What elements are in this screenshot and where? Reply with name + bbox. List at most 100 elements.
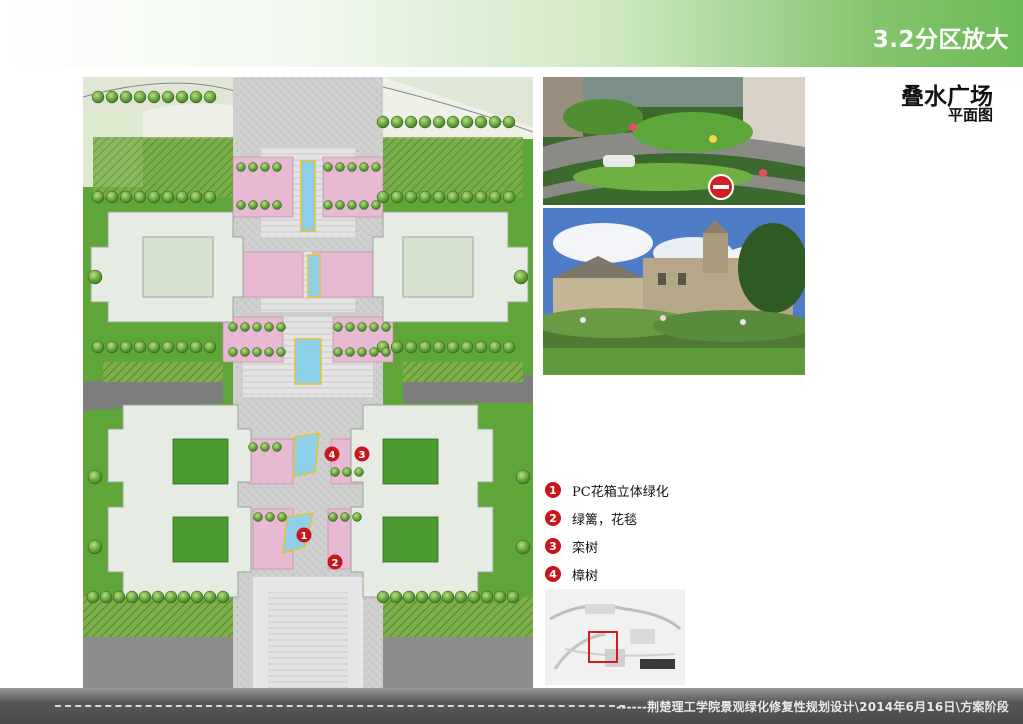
svg-text:4: 4 <box>329 450 336 461</box>
tree-canopy <box>390 190 404 204</box>
tree-canopy <box>133 340 147 354</box>
tree-canopy <box>147 340 161 354</box>
footer-text: ------荆楚理工学院景观绿化修复性规划设计\2014年6月16日\方案阶段 <box>616 700 1009 714</box>
tree-canopy <box>333 322 343 332</box>
tree-canopy <box>91 340 105 354</box>
tree-canopy <box>253 512 263 522</box>
tree-canopy <box>460 340 474 354</box>
tree-canopy <box>147 190 161 204</box>
tree-canopy <box>359 200 369 210</box>
tree-canopy <box>376 115 390 129</box>
tree-canopy <box>189 90 203 104</box>
tree-canopy <box>203 340 217 354</box>
tree-canopy <box>264 322 274 332</box>
tree-canopy <box>454 590 468 604</box>
tree-canopy <box>390 115 404 129</box>
tree-canopy <box>248 200 258 210</box>
tree-canopy <box>175 90 189 104</box>
tree-canopy <box>119 340 133 354</box>
tree-canopy <box>389 590 403 604</box>
svg-text:2: 2 <box>332 558 339 569</box>
tree-canopy <box>277 512 287 522</box>
tree-canopy <box>515 469 531 485</box>
tree-canopy <box>404 190 418 204</box>
tree-canopy <box>87 539 103 555</box>
tree-canopy <box>323 162 333 172</box>
tree-canopy <box>175 190 189 204</box>
tree-canopy <box>347 200 357 210</box>
tree-canopy <box>240 347 250 357</box>
tree-canopy <box>418 340 432 354</box>
tree-canopy <box>260 162 270 172</box>
tree-canopy <box>151 590 165 604</box>
tree-canopy <box>381 322 391 332</box>
tree-canopy <box>328 512 338 522</box>
plan-marker-3: 3 <box>354 446 370 462</box>
tree-canopy <box>252 322 262 332</box>
tree-canopy <box>272 162 282 172</box>
legend-label: PC花箱立体绿化 <box>572 484 669 500</box>
tree-canopy <box>418 115 432 129</box>
tree-canopy <box>99 590 113 604</box>
tree-canopy <box>175 340 189 354</box>
tree-canopy <box>203 90 217 104</box>
tree-canopy <box>330 467 340 477</box>
tree-canopy <box>147 90 161 104</box>
footer-divider <box>55 705 625 707</box>
legend-item-3: 3 栾树 <box>545 532 669 560</box>
tree-canopy <box>357 322 367 332</box>
tree-canopy <box>446 340 460 354</box>
tree-canopy <box>446 190 460 204</box>
tree-canopy <box>352 512 362 522</box>
reference-photo-college-garden <box>543 208 805 375</box>
tree-canopy <box>161 90 175 104</box>
reference-photo-terraced-garden <box>543 77 805 205</box>
tree-canopy <box>371 162 381 172</box>
tree-canopy <box>248 442 258 452</box>
tree-canopy <box>86 590 100 604</box>
tree-canopy <box>493 590 507 604</box>
tree-canopy <box>432 340 446 354</box>
tree-canopy <box>177 590 191 604</box>
tree-canopy <box>119 190 133 204</box>
tree-canopy <box>335 162 345 172</box>
tree-canopy <box>203 590 217 604</box>
tree-canopy <box>428 590 442 604</box>
tree-canopy <box>357 347 367 357</box>
tree-canopy <box>260 442 270 452</box>
tree-canopy <box>105 90 119 104</box>
tree-canopy <box>460 190 474 204</box>
tree-canopy <box>161 190 175 204</box>
tree-canopy <box>272 200 282 210</box>
header-bar: 3.2分区放大 <box>0 0 1023 67</box>
tree-canopy <box>488 115 502 129</box>
tree-canopy <box>415 590 429 604</box>
tree-canopy <box>418 190 432 204</box>
tree-canopy <box>323 200 333 210</box>
tree-canopy <box>345 322 355 332</box>
tree-canopy <box>252 347 262 357</box>
tree-canopy <box>474 340 488 354</box>
legend-label: 樟树 <box>572 568 599 584</box>
plan-marker-1: 1 <box>296 527 312 543</box>
tree-canopy <box>502 340 516 354</box>
tree-canopy <box>264 347 274 357</box>
legend-label: 绿篱，花毯 <box>572 512 638 528</box>
tree-canopy <box>369 322 379 332</box>
tree-canopy <box>133 190 147 204</box>
tree-canopy <box>488 340 502 354</box>
tree-canopy <box>216 590 230 604</box>
tree-canopy <box>354 467 364 477</box>
tree-canopy <box>371 200 381 210</box>
legend-number-badge: 1 <box>545 482 561 498</box>
tree-canopy <box>248 162 258 172</box>
tree-canopy <box>342 467 352 477</box>
svg-text:1: 1 <box>301 531 308 542</box>
legend-number-badge: 4 <box>545 566 561 582</box>
tree-canopy <box>105 340 119 354</box>
site-plan: 1 2 3 4 <box>83 77 533 688</box>
tree-canopy <box>402 590 416 604</box>
tree-canopy <box>359 162 369 172</box>
tree-canopy <box>513 269 529 285</box>
tree-canopy <box>164 590 178 604</box>
